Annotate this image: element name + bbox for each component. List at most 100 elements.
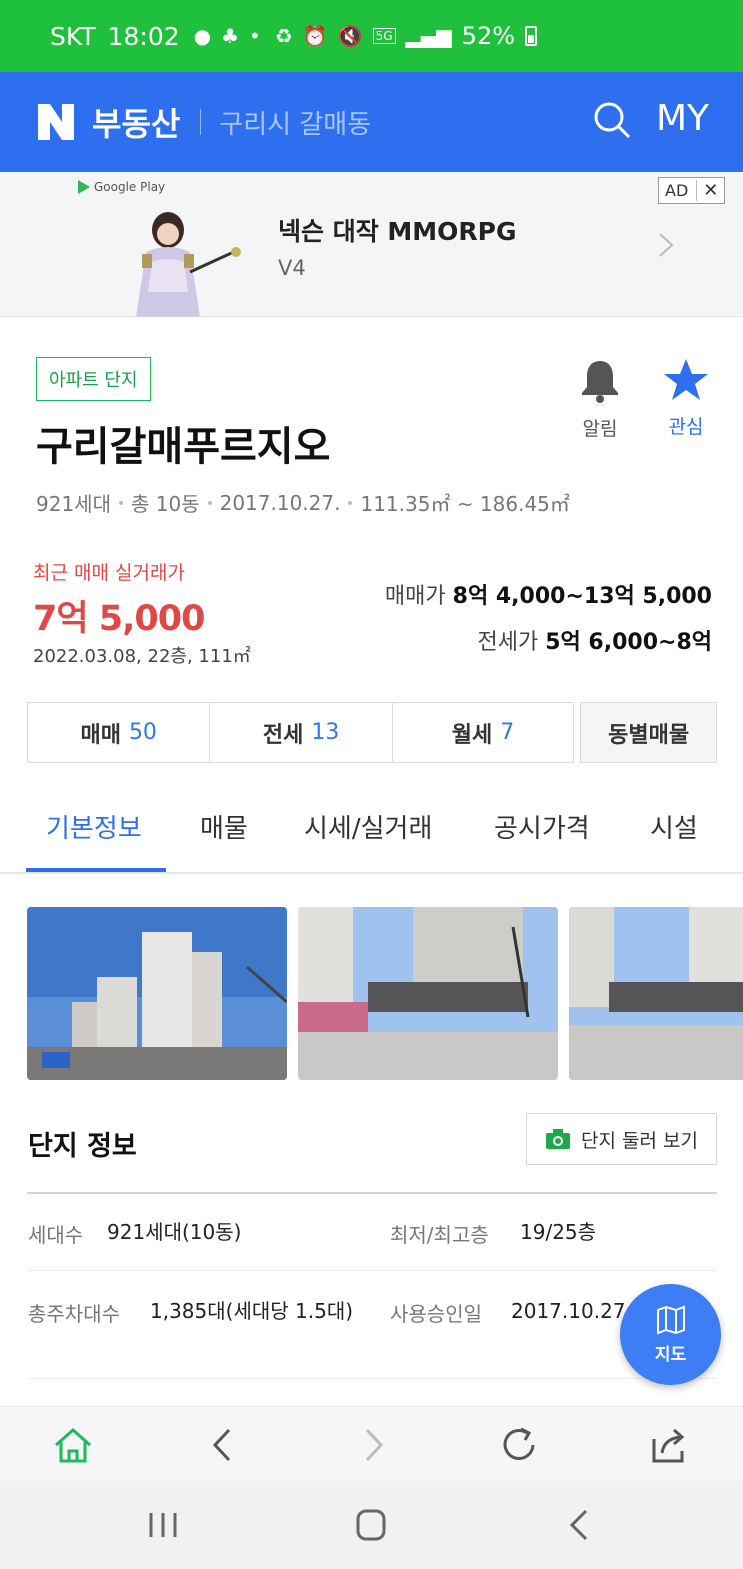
sale-price-row: 매매가 8억 4,000~13억 5,000 [385,578,712,610]
alarm-button[interactable]: 알림 [572,358,628,441]
search-icon[interactable] [592,100,632,140]
approval-date: 2017.10.27. [219,490,341,515]
parking-label: 총주차대수 [28,1302,120,1326]
alarm-label: 알림 [582,418,618,440]
favorite-button[interactable]: 관심 [658,356,714,439]
network-type-label: 5G [372,28,396,44]
sale-count-number: 50 [128,720,157,745]
google-play-icon [78,180,90,194]
map-label: 지도 [654,1345,687,1365]
tab-listings[interactable]: 매물 [200,808,248,845]
jeonse-price-label: 전세가 [477,630,539,655]
monthly-rent-count-tab[interactable]: 월세 7 [391,702,575,763]
jeonse-count-label: 전세 [262,722,304,748]
separator-dot [207,500,212,505]
bell-icon [582,361,618,403]
jeonse-count-number: 13 [311,720,340,745]
recycle-icon: ♻ [274,24,293,48]
alarm-clock-icon: ⏰ [302,24,328,48]
complex-tour-label: 단지 둘러 보기 [581,1129,698,1152]
ad-character-image [108,202,258,317]
floors-label: 최저/최고층 [390,1223,489,1247]
mute-icon: 🔇 [337,24,363,48]
brand-title[interactable]: 부동산 [92,99,180,145]
ad-badge: AD ✕ [658,177,726,204]
complex-info-title: 단지 정보 [28,1131,137,1162]
complex-tour-button[interactable]: 단지 둘러 보기 [526,1113,717,1165]
tab-price-trades[interactable]: 시세/실거래 [304,808,432,845]
tab-basic-info[interactable]: 기본정보 [46,808,142,845]
back-icon[interactable] [202,1425,244,1465]
star-icon [664,359,708,400]
complex-photo[interactable] [27,907,287,1080]
camera-icon [546,1129,571,1149]
carrier-label: SKT [50,21,96,51]
ad-subtitle: V4 [278,256,306,280]
tab-official-price[interactable]: 공시가격 [494,808,590,845]
complex-type-badge: 아파트 단지 [36,357,151,401]
households-label: 세대수 [28,1223,84,1247]
header-divider [200,109,202,135]
household-count: 921세대 [36,492,111,516]
approval-date-value: 2017.10.27 [511,1299,626,1323]
row-divider [27,1270,717,1271]
share-icon[interactable] [648,1425,690,1465]
clock: 18:02 [107,21,180,51]
ad-label: AD [665,181,689,200]
tab-facilities[interactable]: 시설 [650,808,698,845]
main-tabs: 기본정보 매물 시세/실거래 공시가격 시설 [0,790,743,874]
map-icon [656,1305,685,1335]
jeonse-count-tab[interactable]: 전세 13 [209,702,392,763]
status-bar: SKT 18:02 ● ♣ • ♻ ⏰ 🔇 5G ▂▄▆ 52% [0,0,743,72]
favorite-label: 관심 [668,416,704,438]
complex-photo[interactable] [298,907,558,1080]
area-range: 111.35㎡ ~ 186.45㎡ [360,492,570,516]
section-divider [27,1192,717,1194]
recent-trade-price: 7억 5,000 [33,599,205,639]
recent-trade-meta: 2022.03.08, 22층, 111㎡ [33,646,251,667]
my-button[interactable]: MY [656,98,709,139]
complex-meta: 921세대 총 10동 2017.10.27. 111.35㎡ ~ 186.45… [36,488,570,517]
by-building-listings-button[interactable]: 동별매물 [580,702,717,763]
battery-percent: 52% [461,22,516,50]
monthly-rent-count-label: 월세 [451,722,493,748]
monthly-rent-count-number: 7 [500,720,515,745]
location-label[interactable]: 구리시 갈매동 [219,104,371,141]
complex-name: 구리갈매푸르지오 [36,424,331,470]
sale-count-label: 매매 [80,722,121,748]
separator-dot [118,500,123,505]
complex-photo[interactable] [569,907,743,1080]
forward-icon[interactable] [352,1425,394,1465]
row-divider [27,1378,717,1379]
recent-apps-icon[interactable] [143,1507,183,1543]
ad-title[interactable]: 넥슨 대작 MMORPG [278,212,517,248]
naver-logo-icon[interactable] [36,102,76,142]
sale-price-label: 매매가 [384,584,446,609]
sale-price-value: 8억 4,000~13억 5,000 [452,584,712,609]
chevron-right-icon[interactable] [656,230,676,260]
app-notification-icon: ♣ [221,24,240,48]
separator-dot [348,500,353,505]
ad-banner[interactable]: Google Play 넥슨 대작 MMORPG V4 AD ✕ [0,172,743,317]
home-icon[interactable] [52,1425,94,1465]
jeonse-price-value: 5억 6,000~8억 [545,630,712,655]
floors-value: 19/25층 [520,1220,597,1244]
building-count: 총 10동 [130,492,200,516]
map-button[interactable]: 지도 [620,1284,721,1385]
recent-trade-label: 최근 매매 실거래가 [33,562,185,584]
signal-icon: ▂▄▆ [405,24,452,48]
app-notification-icon: ● [193,24,212,48]
active-tab-indicator [26,868,166,872]
home-nav-icon[interactable] [351,1507,391,1543]
refresh-icon[interactable] [499,1425,541,1465]
households-value: 921세대(10동) [107,1220,242,1244]
back-nav-icon[interactable] [560,1507,600,1543]
parking-value: 1,385대(세대당 1.5대) [150,1299,354,1323]
jeonse-price-row: 전세가 5억 6,000~8억 [477,624,712,656]
sale-count-tab[interactable]: 매매 50 [27,702,210,763]
browser-toolbar [0,1406,743,1481]
more-dot-icon: • [249,24,261,48]
battery-icon [525,26,538,46]
close-icon[interactable]: ✕ [696,180,718,201]
app-header: 부동산 구리시 갈매동 MY [0,72,743,172]
